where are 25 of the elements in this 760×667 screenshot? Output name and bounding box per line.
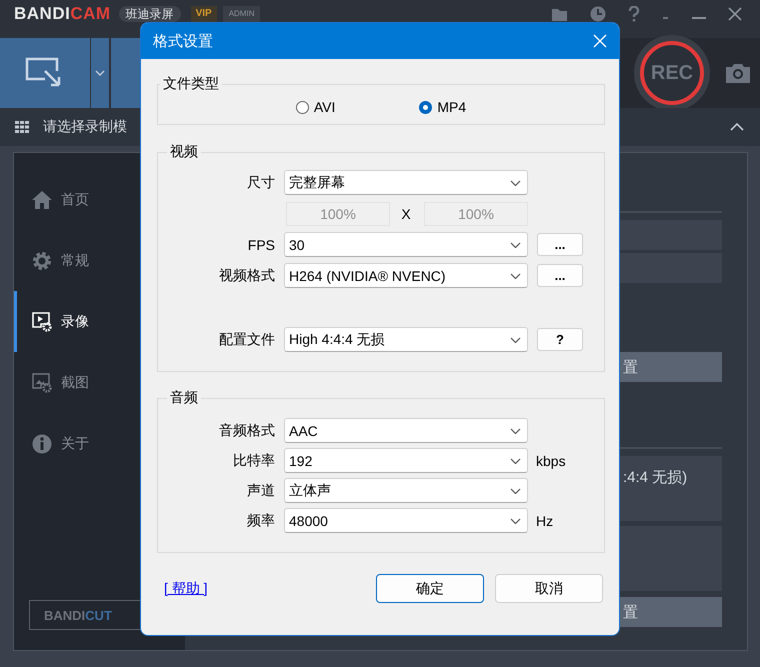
product-badge: 班迪录屏 <box>118 6 181 22</box>
group-title: 文件类型 <box>162 75 220 93</box>
panel-text: :4:4 无损) <box>622 468 688 487</box>
group-title: 视频 <box>169 143 199 161</box>
field-label: 比特率 <box>232 452 275 470</box>
group-title: 音频 <box>169 389 199 407</box>
field-label: 配置文件 <box>218 330 275 348</box>
field-label: FPS <box>246 236 275 252</box>
separator-label: X <box>400 206 412 222</box>
height-field: 100% <box>424 202 528 226</box>
bandicam-logo: BANDICAM <box>14 6 111 22</box>
field-label: 视频格式 <box>218 266 275 284</box>
dialog-title: 格式设置 <box>153 32 213 50</box>
unit-label: kbps <box>536 452 567 468</box>
width-field: 100% <box>286 202 390 226</box>
field-label: 频率 <box>246 512 275 530</box>
radio-label: MP4 <box>437 99 466 115</box>
radio-label: AVI <box>314 99 336 115</box>
vip-badge: VIP <box>190 6 217 22</box>
admin-badge: ADMIN <box>222 6 260 22</box>
field-label: 尺寸 <box>246 174 275 192</box>
field-label: 声道 <box>246 482 275 500</box>
field-label: 音频格式 <box>218 422 275 440</box>
mode-prompt: 请选择录制模 <box>43 118 127 136</box>
unit-label: Hz <box>536 512 554 528</box>
